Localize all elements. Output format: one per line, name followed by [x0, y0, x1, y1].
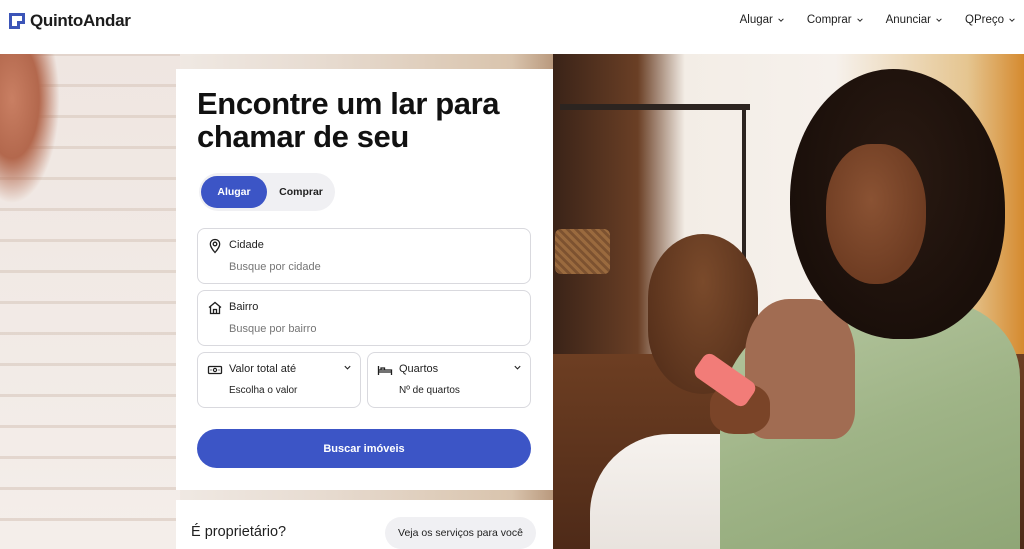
owner-services-button[interactable]: Veja os serviços para você — [385, 517, 536, 549]
bairro-label: Bairro — [229, 301, 259, 313]
chevron-down-icon — [936, 18, 942, 22]
search-button[interactable]: Buscar imóveis — [197, 429, 531, 468]
nav-item-label: QPreço — [965, 14, 1004, 26]
location-pin-icon — [209, 238, 221, 254]
rent-buy-toggle: Alugar Comprar — [199, 173, 335, 211]
chevron-down-icon — [344, 365, 351, 370]
nav-item-alugar[interactable]: Alugar — [740, 14, 785, 26]
valor-label: Valor total até — [229, 363, 297, 375]
nav-item-label: Anunciar — [885, 14, 931, 26]
hero-headline: Encontre um lar para chamar de seu — [197, 86, 500, 154]
chevron-down-icon — [1009, 18, 1015, 22]
chevron-down-icon — [856, 18, 863, 22]
quartos-select[interactable]: Quartos Nº de quartos — [367, 352, 531, 408]
bed-icon — [377, 366, 393, 375]
plant-pot — [0, 54, 60, 204]
search-card: Encontre um lar para chamar de seu Aluga… — [176, 69, 553, 490]
logo-icon — [9, 13, 25, 29]
bairro-input[interactable] — [229, 323, 489, 335]
nav-item-label: Alugar — [739, 14, 773, 26]
top-header: QuintoAndar Alugar Comprar Anunciar QPre… — [0, 0, 1024, 54]
valor-select[interactable]: Valor total até Escolha o valor — [197, 352, 361, 408]
nav-item-anunciar[interactable]: Anunciar — [886, 14, 943, 26]
basket — [555, 229, 610, 274]
owner-banner: É proprietário? Veja os serviços para vo… — [176, 500, 553, 549]
nav-item-label: Comprar — [806, 14, 852, 26]
chevron-down-icon — [778, 18, 784, 22]
bairro-field[interactable]: Bairro — [197, 290, 531, 346]
toggle-comprar[interactable]: Comprar — [271, 176, 331, 208]
person-face — [826, 144, 926, 284]
city-input[interactable] — [229, 261, 489, 273]
city-label: Cidade — [229, 239, 264, 251]
money-icon — [207, 365, 223, 375]
nav-item-comprar[interactable]: Comprar — [807, 14, 864, 26]
quartos-value: Nº de quartos — [399, 385, 460, 396]
main-nav: Alugar Comprar Anunciar QPreço — [718, 0, 1016, 40]
city-field[interactable]: Cidade — [197, 228, 531, 284]
chevron-down-icon — [514, 365, 521, 370]
shelf — [560, 104, 750, 110]
quartos-label: Quartos — [399, 363, 439, 375]
logo-text: QuintoAndar — [30, 11, 131, 30]
logo[interactable]: QuintoAndar — [9, 11, 131, 31]
toggle-alugar[interactable]: Alugar — [201, 176, 267, 208]
owner-text: É proprietário? — [191, 524, 287, 540]
nav-item-qpreco[interactable]: QPreço — [965, 14, 1016, 26]
house-icon — [208, 301, 222, 315]
valor-value: Escolha o valor — [229, 385, 298, 396]
